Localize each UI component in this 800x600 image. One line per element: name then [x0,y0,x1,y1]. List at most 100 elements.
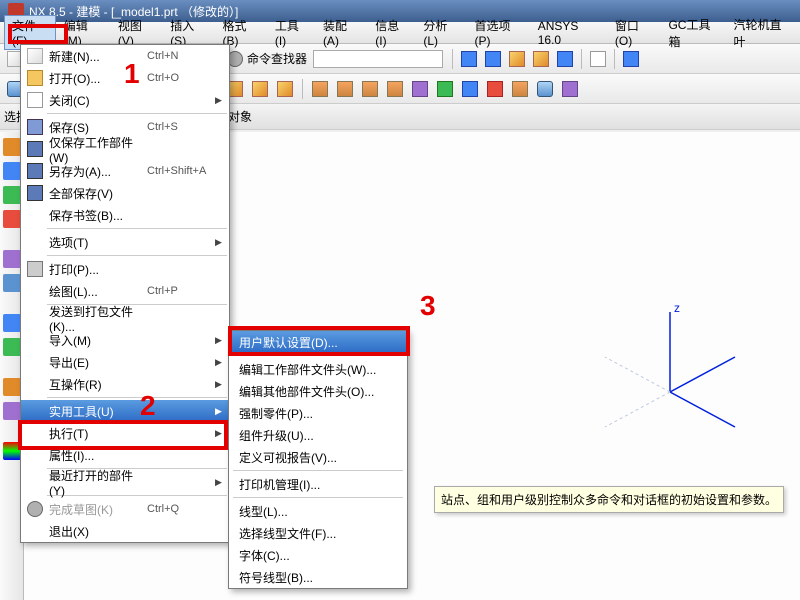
feat-intersect[interactable] [274,78,296,100]
rb-web[interactable] [3,314,21,332]
file-menu-item: 完成草图(K)Ctrl+Q [21,498,229,520]
submenu-item[interactable]: 编辑工作部件文件头(W)... [229,358,407,380]
tb-view-pan[interactable] [530,48,552,70]
rb-palette[interactable] [3,442,21,460]
feat-c[interactable] [459,78,481,100]
file-menu-item[interactable]: 另存为(A)...Ctrl+Shift+A [21,160,229,182]
menu-item-shortcut: Ctrl+Q [147,503,215,515]
menu-item-label: 执行(T) [45,425,147,442]
feat-draft[interactable] [384,78,406,100]
rb-system[interactable] [3,378,21,396]
menu-turbine[interactable]: 汽轮机直叶 [726,14,797,52]
utilities-submenu: 用户默认设置(D)... 编辑工作部件文件头(W)...编辑其他部件文件头(O).… [228,330,408,589]
feat-edge[interactable] [309,78,331,100]
submenu-item[interactable]: 选择线型文件(F)... [229,522,407,544]
feat-shell[interactable] [359,78,381,100]
menu-tools[interactable]: 工具(I) [267,15,315,50]
c-icon [462,81,478,97]
tb-view-zoom[interactable] [506,48,528,70]
menu-separator [233,470,403,471]
menu-item-label: 最近打开的部件(Y) [45,467,147,498]
menu-item-label: 全部保存(V) [45,185,147,202]
feat-a[interactable] [409,78,431,100]
file-menu-item[interactable]: 执行(T) ▶ [21,422,229,444]
submenu-item[interactable]: 字体(C)... [229,544,407,566]
coord-triad: z [600,302,740,445]
submenu-item[interactable]: 用户默认设置(D)... [229,331,407,353]
submenu-item[interactable]: 组件升级(U)... [229,424,407,446]
wcs-icon [623,51,639,67]
menu-item-label: 实用工具(U) [45,403,147,420]
submenu-item[interactable]: 编辑其他部件文件头(O)... [229,380,407,402]
menu-item-icon [25,70,45,86]
submenu-item[interactable]: 打印机管理(I)... [229,473,407,495]
file-menu-item[interactable]: 导入(M)▶ [21,329,229,351]
file-menu-item[interactable]: 退出(X) [21,520,229,542]
file-menu-item[interactable]: 互操作(R)▶ [21,373,229,395]
command-finder-input[interactable] [313,50,443,68]
menu-item-label: 新建(N)... [45,48,147,65]
menu-item-label: 仅保存工作部件(W) [45,134,147,165]
rb-navigator[interactable] [3,138,21,156]
feat-e[interactable] [509,78,531,100]
menu-gctoolbox[interactable]: GC工具箱 [660,14,725,52]
feat-chamfer[interactable] [334,78,356,100]
menu-window[interactable]: 窗口(O) [607,15,661,50]
menu-item-label: 互操作(R) [45,376,147,393]
file-menu-item[interactable]: 属性(I)... [21,444,229,466]
file-menu-item[interactable]: 新建(N)...Ctrl+N [21,45,229,67]
d-icon [487,81,503,97]
submenu-item[interactable]: 强制零件(P)... [229,402,407,424]
file-menu-item[interactable]: 发送到打包文件(K)... [21,307,229,329]
tb-view-rot[interactable] [482,48,504,70]
tb-display[interactable] [554,48,576,70]
rb-hd3d[interactable] [3,274,21,292]
tb-layer[interactable] [587,48,609,70]
feat-f[interactable] [534,78,556,100]
file-menu-item[interactable]: 打开(O)...Ctrl+O [21,67,229,89]
menu-item-label: 打开(O)... [45,70,147,87]
file-menu-item[interactable]: 导出(E)▶ [21,351,229,373]
menu-ansys[interactable]: ANSYS 16.0 [530,17,607,49]
tb-wcs[interactable] [620,48,642,70]
menu-item-icon [25,92,45,108]
feat-d[interactable] [484,78,506,100]
file-menu-item[interactable]: 仅保存工作部件(W) [21,138,229,160]
menu-item-label: 属性(I)... [45,447,147,464]
menu-separator [47,255,227,256]
shell-icon [362,81,378,97]
feat-g[interactable] [559,78,581,100]
rb-part[interactable] [3,210,21,228]
menu-prefs[interactable]: 首选项(P) [466,15,529,50]
menu-item-icon [25,185,45,201]
tb-view-fit[interactable] [458,48,480,70]
file-menu-item[interactable]: 绘图(L)...Ctrl+P [21,280,229,302]
file-menu-item[interactable]: 关闭(C)▶ [21,89,229,111]
rb-constraint[interactable] [3,186,21,204]
file-menu-item[interactable]: 实用工具(U)▶ [21,400,229,422]
file-menu-item[interactable]: 最近打开的部件(Y)▶ [21,471,229,493]
feat-b[interactable] [434,78,456,100]
intersect-icon [277,81,293,97]
submenu-arrow-icon: ▶ [215,477,225,488]
draft-icon [387,81,403,97]
file-menu-item[interactable]: 全部保存(V) [21,182,229,204]
menu-info[interactable]: 信息(I) [367,15,415,50]
file-menu-item[interactable]: 保存书签(B)... [21,204,229,226]
menu-analysis[interactable]: 分析(L) [415,15,466,50]
rb-reuse[interactable] [3,250,21,268]
file-menu-item[interactable]: 选项(T)▶ [21,231,229,253]
menu-assembly[interactable]: 装配(A) [315,15,367,50]
menu-separator [47,228,227,229]
command-finder[interactable]: 命令查找器 [223,50,447,68]
submenu-item[interactable]: 符号线型(B)... [229,566,407,588]
rb-assembly[interactable] [3,162,21,180]
submenu-arrow-icon: ▶ [215,428,225,439]
rb-roles[interactable] [3,402,21,420]
rb-history[interactable] [3,338,21,356]
file-menu-item[interactable]: 打印(P)... [21,258,229,280]
submenu-arrow-icon: ▶ [215,237,225,248]
feat-subtract[interactable] [249,78,271,100]
submenu-item[interactable]: 定义可视报告(V)... [229,446,407,468]
submenu-item[interactable]: 线型(L)... [229,500,407,522]
